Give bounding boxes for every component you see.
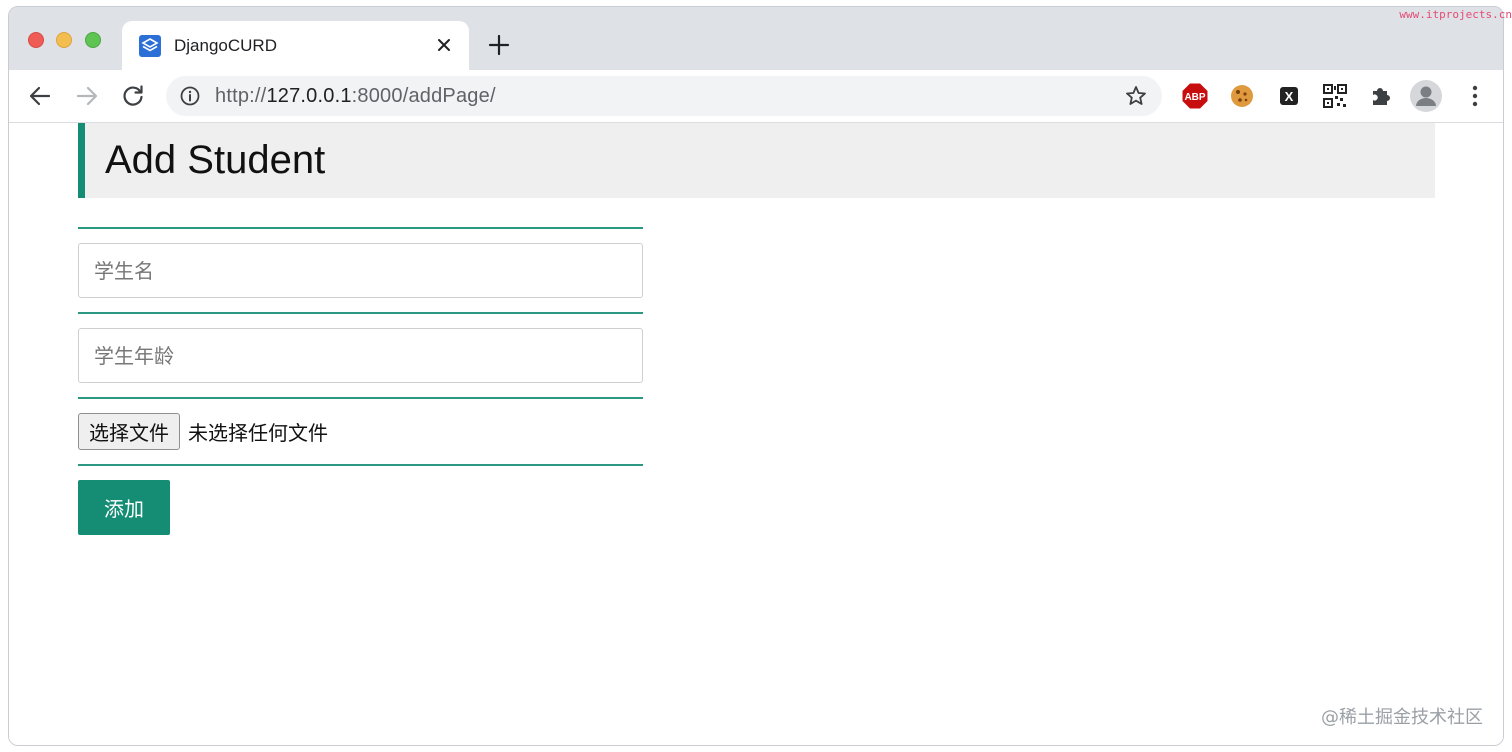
url-path: :8000/addPage/ [351,85,496,107]
file-upload-row: 选择文件 未选择任何文件 [78,399,643,464]
form-divider [78,464,643,466]
menu-kebab-icon[interactable] [1461,82,1489,110]
extensions-puzzle-icon[interactable] [1367,82,1395,110]
watermark-bottom: @稀土掘金技术社区 [1321,707,1483,728]
x-label: X [1285,89,1294,104]
add-student-form: 选择文件 未选择任何文件 添加 [78,227,643,535]
student-name-input[interactable] [78,243,643,298]
new-tab-plus-icon[interactable] [487,33,511,57]
zoom-window-button[interactable] [85,32,101,48]
file-status-text: 未选择任何文件 [188,421,328,445]
cookie-icon[interactable] [1228,82,1256,110]
site-info-icon[interactable] [180,86,200,106]
form-divider [78,312,643,314]
close-window-button[interactable] [28,32,44,48]
x-icon[interactable]: X [1275,82,1303,110]
name-field-group [78,229,643,312]
bookmark-star-icon[interactable] [1124,84,1148,108]
tab-strip: DjangoCURD [9,7,1503,70]
tab-close-icon[interactable] [433,34,455,56]
tab-djangocurd[interactable]: DjangoCURD [122,21,469,70]
page-title: Add Student [105,138,326,182]
age-field-group [78,314,643,397]
minimize-window-button[interactable] [56,32,72,48]
back-arrow-icon[interactable] [27,83,53,109]
browser-window: DjangoCURD http://127.0.0.1:8000/addPage… [8,6,1504,746]
page-content: Add Student 选择文件 未选择任何文件 添加 @稀土掘金技术社区 [9,123,1503,745]
url-scheme: http:// [215,85,267,107]
forward-arrow-icon[interactable] [74,83,100,109]
tab-favicon-icon [139,35,161,57]
browser-toolbar: http://127.0.0.1:8000/addPage/ ABP X [9,70,1503,123]
choose-file-button[interactable]: 选择文件 [78,413,180,450]
url-host: 127.0.0.1 [266,85,352,107]
page-heading-bar: Add Student [78,123,1435,198]
add-button[interactable]: 添加 [78,480,170,535]
tab-title: DjangoCURD [174,36,277,55]
reload-icon[interactable] [120,83,146,109]
profile-avatar-icon[interactable] [1409,79,1443,113]
address-bar[interactable]: http://127.0.0.1:8000/addPage/ [166,76,1162,116]
form-divider [78,397,643,399]
url-text[interactable]: http://127.0.0.1:8000/addPage/ [215,85,496,108]
submit-wrap: 添加 [78,466,643,535]
form-divider [78,227,643,229]
qr-code-icon[interactable] [1321,82,1349,110]
watermark-top: www.itprojects.cn [1399,8,1512,21]
adblock-plus-icon[interactable]: ABP [1181,82,1209,110]
adblock-label: ABP [1184,92,1205,103]
student-age-input[interactable] [78,328,643,383]
